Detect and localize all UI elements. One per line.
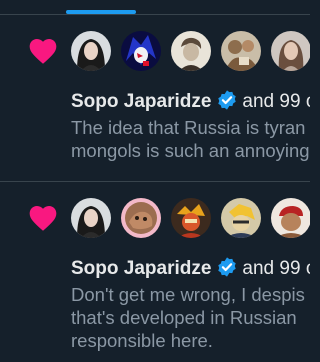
avatar-sepia-portrait[interactable] <box>171 31 211 71</box>
avatar-red-cap-man[interactable] <box>271 198 310 238</box>
notification-summary: Sopo Japaridze and 99 o <box>71 89 310 114</box>
liked-post-text[interactable]: Don't get me wrong, I despis that's deve… <box>71 283 310 352</box>
avatar-painting[interactable] <box>221 31 261 71</box>
like-notification[interactable]: Sopo Japaridze and 99 o Don't get me wron… <box>0 182 310 352</box>
others-count: and 99 o <box>242 258 310 279</box>
others-count: and 99 o <box>242 91 310 112</box>
liked-post-text[interactable]: The idea that Russia is tyran mongols is… <box>71 116 310 162</box>
avatar-cartoon-orange[interactable] <box>171 198 211 238</box>
heart-icon <box>29 206 57 231</box>
notification-summary: Sopo Japaridze and 99 o <box>71 256 310 281</box>
author-name[interactable]: Sopo Japaridze <box>71 258 211 279</box>
avatar-cat-pink-ring[interactable] <box>121 198 161 238</box>
heart-icon <box>29 39 57 64</box>
avatar-anime-blue-hair[interactable] <box>121 31 161 71</box>
avatar-cartoon-yellow[interactable] <box>221 198 261 238</box>
author-name[interactable]: Sopo Japaridze <box>71 91 211 112</box>
verified-badge-icon <box>218 257 237 277</box>
notifications-feed: Sopo Japaridze and 99 o The idea that Rus… <box>0 0 310 362</box>
avatar-long-hair-woman[interactable] <box>271 31 310 71</box>
avatar-dark-hair-woman[interactable] <box>71 31 111 71</box>
verified-badge-icon <box>218 90 237 110</box>
like-notification[interactable]: Sopo Japaridze and 99 o The idea that Rus… <box>0 15 310 182</box>
avatar-dark-hair-woman[interactable] <box>71 198 111 238</box>
